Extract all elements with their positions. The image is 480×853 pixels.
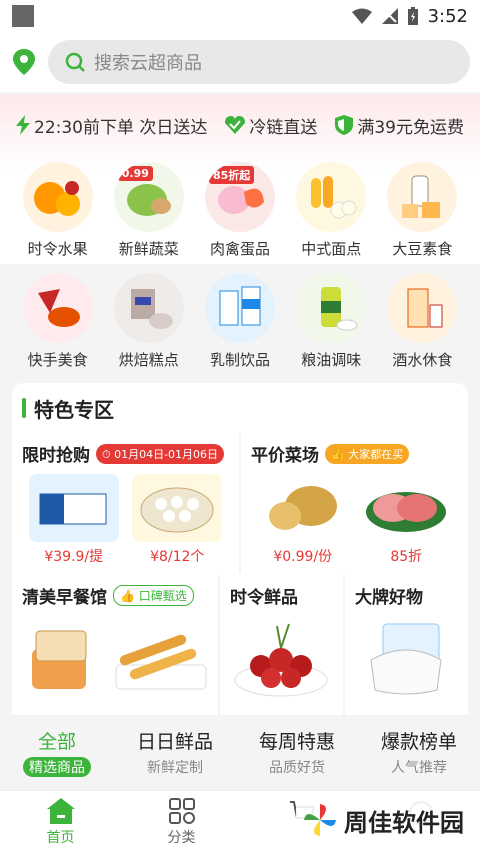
title-bar	[22, 398, 26, 418]
category-meat[interactable]: 85折起 肉禽蛋品	[194, 162, 285, 259]
nav-category[interactable]: 分类	[168, 797, 196, 847]
tab-hot-list[interactable]: 爆款榜单 人气推荐	[381, 727, 457, 777]
watermark: 周佳软件园	[296, 800, 470, 840]
product-item[interactable]: 85折	[361, 474, 452, 566]
tab-weekly-deals[interactable]: 每周特惠 品质好货	[259, 727, 335, 777]
location-icon[interactable]	[10, 47, 38, 77]
search-icon	[65, 52, 85, 72]
clock: 3:52	[427, 5, 468, 27]
product-item[interactable]: ¥39.9/提	[28, 474, 119, 566]
pinwheel-logo-icon	[304, 804, 336, 836]
perk-coldchain: 冷链直送	[225, 113, 317, 138]
search-placeholder: 搜索云超商品	[94, 53, 202, 74]
category-fruit[interactable]: 时令水果	[12, 162, 103, 259]
heart-check-icon	[225, 116, 246, 134]
nav-home[interactable]: 首页	[46, 797, 75, 847]
category-soy[interactable]: 大豆素食	[377, 162, 468, 259]
reputation-badge: 👍 口碑甄选	[113, 585, 194, 606]
perks-row: 22:30前下单 次日送达 冷链直送 满39元免运费	[12, 100, 468, 150]
perk-delivery: 22:30前下单 次日送达	[16, 113, 207, 138]
product-item[interactable]: ¥0.99/份	[257, 474, 348, 566]
category-vegetable[interactable]: 0.99 新鲜蔬菜	[103, 162, 194, 259]
status-bar: 3:52	[0, 0, 480, 32]
cheap-market-card[interactable]: 平价菜场 👍 大家都在买 ¥0.99/份 85折	[241, 433, 468, 573]
hot-badge: 👍 大家都在买	[325, 443, 410, 464]
tab-daily-fresh[interactable]: 日日鲜品 新鲜定制	[137, 727, 213, 777]
battery-icon	[407, 7, 418, 25]
lightning-icon	[16, 115, 30, 135]
category-grid: 时令水果 0.99 新鲜蔬菜 85折起 肉禽蛋品 中式面点 大豆素食 快手美食 …	[12, 162, 468, 370]
brand-card[interactable]: 大牌好物	[344, 575, 468, 715]
category-bakery[interactable]: 烘焙糕点	[103, 273, 194, 370]
grid-icon	[168, 797, 195, 824]
price-tag: 0.99	[117, 166, 153, 181]
section-title: 特色专区	[12, 383, 468, 433]
category-dairy[interactable]: 乳制饮品	[194, 273, 285, 370]
category-noodles[interactable]: 中式面点	[286, 162, 377, 259]
top-section: 22:30前下单 次日送达 冷链直送 满39元免运费 时令水果 0.99 新鲜蔬…	[12, 100, 468, 380]
category-grainoil[interactable]: 粮油调味	[286, 273, 377, 370]
category-drinks[interactable]: 酒水休食	[377, 273, 468, 370]
tab-all[interactable]: 全部 精选商品	[22, 727, 91, 777]
perk-freeship: 满39元免运费	[335, 113, 464, 138]
search-row: 搜索云超商品	[0, 32, 480, 92]
discount-tag: 85折起	[208, 166, 255, 184]
search-input[interactable]: 搜索云超商品	[48, 40, 470, 84]
date-badge: ⏱ 01月04日-01月06日	[96, 443, 225, 464]
notification-icon	[12, 5, 34, 27]
category-quickfood[interactable]: 快手美食	[12, 273, 103, 370]
flash-sale-card[interactable]: 限时抢购 ⏱ 01月04日-01月06日 ¥39.9/提 ¥8/12个	[12, 433, 239, 573]
special-section: 特色专区 限时抢购 ⏱ 01月04日-01月06日 ¥39.9/提 ¥8/12个…	[12, 383, 468, 715]
promo-row: 清美早餐馆 👍 口碑甄选 时令鲜品 大牌好物	[12, 575, 468, 715]
shield-icon	[335, 115, 354, 135]
feed-tabs: 全部 精选商品 日日鲜品 新鲜定制 每周特惠 品质好货 爆款榜单 人气推荐	[0, 722, 480, 782]
wifi-icon	[351, 8, 372, 24]
home-icon	[46, 797, 75, 824]
promo-grid: 限时抢购 ⏱ 01月04日-01月06日 ¥39.9/提 ¥8/12个 平价菜场…	[12, 433, 468, 573]
product-item[interactable]: ¥8/12个	[132, 474, 223, 566]
signal-icon	[381, 8, 398, 24]
breakfast-card[interactable]: 清美早餐馆 👍 口碑甄选	[12, 575, 218, 715]
seasonal-card[interactable]: 时令鲜品	[220, 575, 343, 715]
